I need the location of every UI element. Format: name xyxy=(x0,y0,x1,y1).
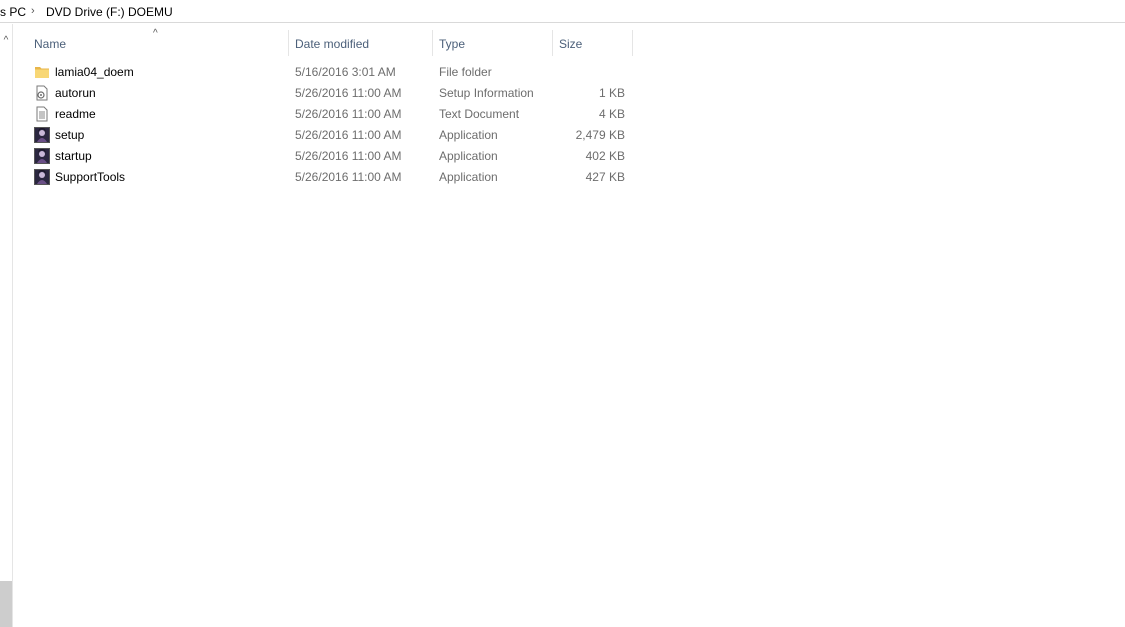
file-row[interactable]: readme 5/26/2016 11:00 AM Text Document … xyxy=(30,104,632,125)
column-header-date-label: Date modified xyxy=(295,37,370,51)
file-date-modified: 5/26/2016 11:00 AM xyxy=(295,170,402,184)
address-bar[interactable]: s PC › DVD Drive (F:) DOEMU xyxy=(0,0,1125,23)
file-name: autorun xyxy=(55,86,96,100)
file-size: 4 KB xyxy=(598,107,625,121)
text-document-icon xyxy=(36,106,48,122)
file-row[interactable]: lamia04_doem 5/16/2016 3:01 AM File fold… xyxy=(30,62,632,83)
file-size: 427 KB xyxy=(585,170,625,184)
file-row[interactable]: autorun 5/26/2016 11:00 AM Setup Informa… xyxy=(30,83,632,104)
file-date-modified: 5/26/2016 11:00 AM xyxy=(295,128,402,142)
column-header-type-label: Type xyxy=(439,37,466,51)
column-header-size[interactable]: Size xyxy=(553,32,632,56)
file-type: Application xyxy=(439,170,498,184)
column-header-name[interactable]: Name xyxy=(30,32,288,56)
application-icon xyxy=(34,169,50,185)
setup-info-icon xyxy=(36,85,48,101)
breadcrumb-chevron-icon[interactable]: › xyxy=(31,5,35,17)
file-date-modified: 5/26/2016 11:00 AM xyxy=(295,149,402,163)
file-row[interactable]: startup 5/26/2016 11:00 AM Application 4… xyxy=(30,146,632,167)
file-name: SupportTools xyxy=(55,170,126,184)
file-date-modified: 5/16/2016 3:01 AM xyxy=(295,65,396,79)
column-header-date-modified[interactable]: Date modified xyxy=(289,32,432,56)
file-type: Setup Information xyxy=(439,86,534,100)
file-size: 1 KB xyxy=(598,86,625,100)
navigation-pane: ^ xyxy=(0,24,13,627)
file-name: lamia04_doem xyxy=(55,65,134,79)
file-type: Application xyxy=(439,128,498,142)
column-header-size-label: Size xyxy=(559,37,583,51)
file-row[interactable]: setup 5/26/2016 11:00 AM Application 2,4… xyxy=(30,125,632,146)
application-icon xyxy=(34,127,50,143)
column-divider[interactable] xyxy=(632,30,633,56)
breadcrumb-this-pc[interactable]: s PC xyxy=(0,5,26,19)
file-size: 402 KB xyxy=(585,149,625,163)
nav-scrollbar-thumb[interactable] xyxy=(0,581,12,627)
file-date-modified: 5/26/2016 11:00 AM xyxy=(295,86,402,100)
scroll-up-arrow-icon[interactable]: ^ xyxy=(0,34,12,48)
file-type: Application xyxy=(439,149,498,163)
breadcrumb-dvd-drive[interactable]: DVD Drive (F:) DOEMU xyxy=(46,5,173,19)
column-header-type[interactable]: Type xyxy=(433,32,552,56)
application-icon xyxy=(34,148,50,164)
folder-icon xyxy=(35,67,49,78)
file-date-modified: 5/26/2016 11:00 AM xyxy=(295,107,402,121)
file-size xyxy=(555,62,625,83)
file-type: Text Document xyxy=(439,107,520,121)
file-size: 2,479 KB xyxy=(575,128,625,142)
file-name: readme xyxy=(55,107,96,121)
file-name: setup xyxy=(55,128,85,142)
file-name: startup xyxy=(55,149,92,163)
column-header-name-label: Name xyxy=(34,37,67,51)
file-type: File folder xyxy=(439,65,492,79)
file-row[interactable]: SupportTools 5/26/2016 11:00 AM Applicat… xyxy=(30,167,632,188)
sort-ascending-icon: ^ xyxy=(153,28,158,39)
